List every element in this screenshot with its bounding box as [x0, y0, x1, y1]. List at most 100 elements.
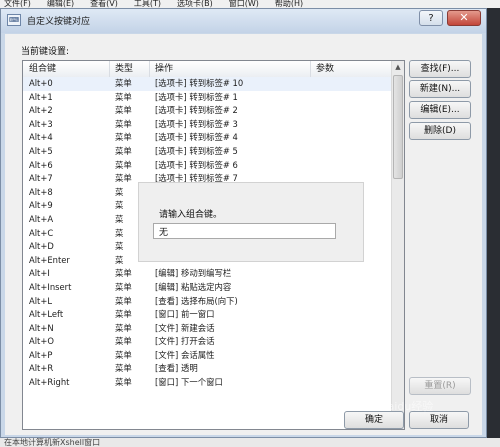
popup-prompt: 请输入组合键。 — [159, 210, 223, 220]
column-header-type[interactable]: 类型 — [115, 61, 133, 77]
key-cell: Alt+6 — [29, 159, 53, 170]
table-row[interactable]: Alt+N 菜单 [文件] 新建会话 — [23, 322, 391, 336]
table-row[interactable]: Alt+I 菜单 [编辑] 移动到编写栏 — [23, 267, 391, 281]
type-cell: 菜单 — [115, 322, 132, 333]
type-cell: 菜 — [115, 241, 124, 252]
watermark: Baidu经验 — [380, 400, 434, 413]
table-row[interactable]: Alt+P 菜单 [文件] 会话属性 — [23, 349, 391, 363]
key-cell: Alt+O — [29, 336, 54, 347]
action-cell: [选项卡] 转到标签# 5 — [155, 145, 238, 156]
key-cell: Alt+R — [29, 363, 54, 374]
list-header: 组合键 类型 操作 参数 — [23, 61, 391, 78]
action-cell: [选项卡] 转到标签# 3 — [155, 118, 238, 129]
column-header-key[interactable]: 组合键 — [29, 61, 56, 77]
key-cell: Alt+C — [29, 227, 54, 238]
menu-tools[interactable]: 工具(T) — [134, 0, 161, 8]
keyboard-icon: ⌨ — [7, 14, 21, 26]
type-cell: 菜单 — [115, 336, 132, 347]
edit-button[interactable]: 编辑(E)... — [409, 101, 471, 119]
table-row[interactable]: Alt+5 菜单 [选项卡] 转到标签# 5 — [23, 145, 391, 159]
type-cell: 菜单 — [115, 377, 132, 388]
type-cell: 菜单 — [115, 78, 132, 88]
menu-help[interactable]: 帮助(H) — [275, 0, 303, 8]
type-cell: 菜单 — [115, 349, 132, 360]
column-divider[interactable] — [310, 61, 311, 77]
reset-button[interactable]: 重置(R) — [409, 377, 471, 395]
action-cell: [文件] 打开会话 — [155, 336, 215, 347]
action-cell: [窗口] 前一窗口 — [155, 309, 215, 320]
action-cell: [查看] 透明 — [155, 363, 198, 374]
scroll-thumb[interactable] — [393, 75, 403, 179]
key-cell: Alt+N — [29, 322, 54, 333]
action-cell: [编辑] 移动到编写栏 — [155, 268, 232, 279]
table-row[interactable]: Alt+O 菜单 [文件] 打开会话 — [23, 335, 391, 349]
key-cell: Alt+Insert — [29, 281, 72, 292]
type-cell: 菜 — [115, 186, 124, 197]
type-cell: 菜 — [115, 227, 124, 238]
column-divider[interactable] — [149, 61, 150, 77]
key-cell: Alt+4 — [29, 132, 53, 143]
key-cell: Alt+Right — [29, 377, 70, 388]
column-header-action[interactable]: 操作 — [155, 61, 173, 77]
action-cell: [选项卡] 转到标签# 6 — [155, 159, 238, 170]
table-row[interactable]: Alt+0 菜单 [选项卡] 转到标签# 10 — [23, 77, 391, 91]
menu-tabs[interactable]: 选项卡(B) — [177, 0, 213, 8]
help-button[interactable]: ? — [419, 10, 443, 26]
table-row[interactable]: Alt+Left 菜单 [窗口] 前一窗口 — [23, 308, 391, 322]
type-cell: 菜单 — [115, 132, 132, 143]
delete-button[interactable]: 删除(D) — [409, 122, 471, 140]
type-cell: 菜单 — [115, 118, 132, 129]
table-row[interactable]: Alt+L 菜单 [查看] 选择布局(向下) — [23, 295, 391, 309]
key-cell: Alt+2 — [29, 105, 53, 116]
type-cell: 菜单 — [115, 268, 132, 279]
table-row[interactable]: Alt+Insert 菜单 [编辑] 粘贴选定内容 — [23, 281, 391, 295]
key-cell: Alt+A — [29, 213, 54, 224]
column-divider[interactable] — [109, 61, 110, 77]
menu-file[interactable]: 文件(F) — [4, 0, 31, 8]
key-cell: Alt+0 — [29, 78, 53, 88]
key-cell: Alt+Enter — [29, 254, 70, 265]
key-cell: Alt+5 — [29, 145, 53, 156]
close-button[interactable]: ✕ — [447, 10, 481, 26]
type-cell: 菜 — [115, 213, 124, 224]
menu-view[interactable]: 查看(V) — [90, 0, 118, 8]
table-row[interactable]: Alt+Right 菜单 [窗口] 下一个窗口 — [23, 376, 391, 390]
new-button[interactable]: 新建(N)... — [409, 80, 471, 98]
table-row[interactable]: Alt+6 菜单 [选项卡] 转到标签# 6 — [23, 159, 391, 173]
action-cell: [选项卡] 转到标签# 10 — [155, 78, 244, 88]
dialog-title: 自定义按键对应 — [27, 17, 91, 27]
key-cell: Alt+8 — [29, 186, 53, 197]
key-input-popup: 请输入组合键。 — [138, 182, 364, 262]
key-cell: Alt+P — [29, 349, 53, 360]
background-taskbar: 在本地计算机新Xshell窗口 — [0, 438, 500, 447]
table-row[interactable]: Alt+4 菜单 [选项卡] 转到标签# 4 — [23, 131, 391, 145]
key-cell: Alt+L — [29, 295, 53, 306]
menu-window[interactable]: 窗口(W) — [229, 0, 259, 8]
key-cell: Alt+D — [29, 241, 54, 252]
key-cell: Alt+7 — [29, 173, 53, 184]
action-cell: [文件] 新建会话 — [155, 322, 215, 333]
type-cell: 菜 — [115, 200, 124, 211]
action-cell: [选项卡] 转到标签# 1 — [155, 91, 238, 102]
table-row[interactable]: Alt+2 菜单 [选项卡] 转到标签# 2 — [23, 104, 391, 118]
table-row[interactable]: Alt+3 菜单 [选项卡] 转到标签# 3 — [23, 118, 391, 132]
action-cell: [选项卡] 转到标签# 2 — [155, 105, 238, 116]
type-cell: 菜单 — [115, 105, 132, 116]
key-combo-input[interactable] — [153, 223, 336, 239]
key-cell: Alt+9 — [29, 200, 53, 211]
type-cell: 菜单 — [115, 173, 132, 184]
section-label: 当前键设置: — [21, 47, 70, 57]
menu-edit[interactable]: 编辑(E) — [47, 0, 74, 8]
table-row[interactable]: Alt+1 菜单 [选项卡] 转到标签# 1 — [23, 91, 391, 105]
dialog-titlebar[interactable]: ⌨ 自定义按键对应 ? ✕ — [1, 9, 486, 33]
scroll-up-icon[interactable]: ▲ — [392, 61, 404, 74]
action-cell: [文件] 会话属性 — [155, 349, 215, 360]
key-cell: Alt+I — [29, 268, 50, 279]
column-header-params[interactable]: 参数 — [316, 61, 334, 77]
app-menubar: 文件(F) 编辑(E) 查看(V) 工具(T) 选项卡(B) 窗口(W) 帮助(H) — [0, 0, 500, 8]
table-row[interactable]: Alt+R 菜单 [查看] 透明 — [23, 362, 391, 376]
find-button[interactable]: 查找(F)... — [409, 60, 471, 78]
vertical-scrollbar[interactable]: ▲ ▼ — [391, 61, 404, 429]
type-cell: 菜单 — [115, 145, 132, 156]
type-cell: 菜单 — [115, 159, 132, 170]
